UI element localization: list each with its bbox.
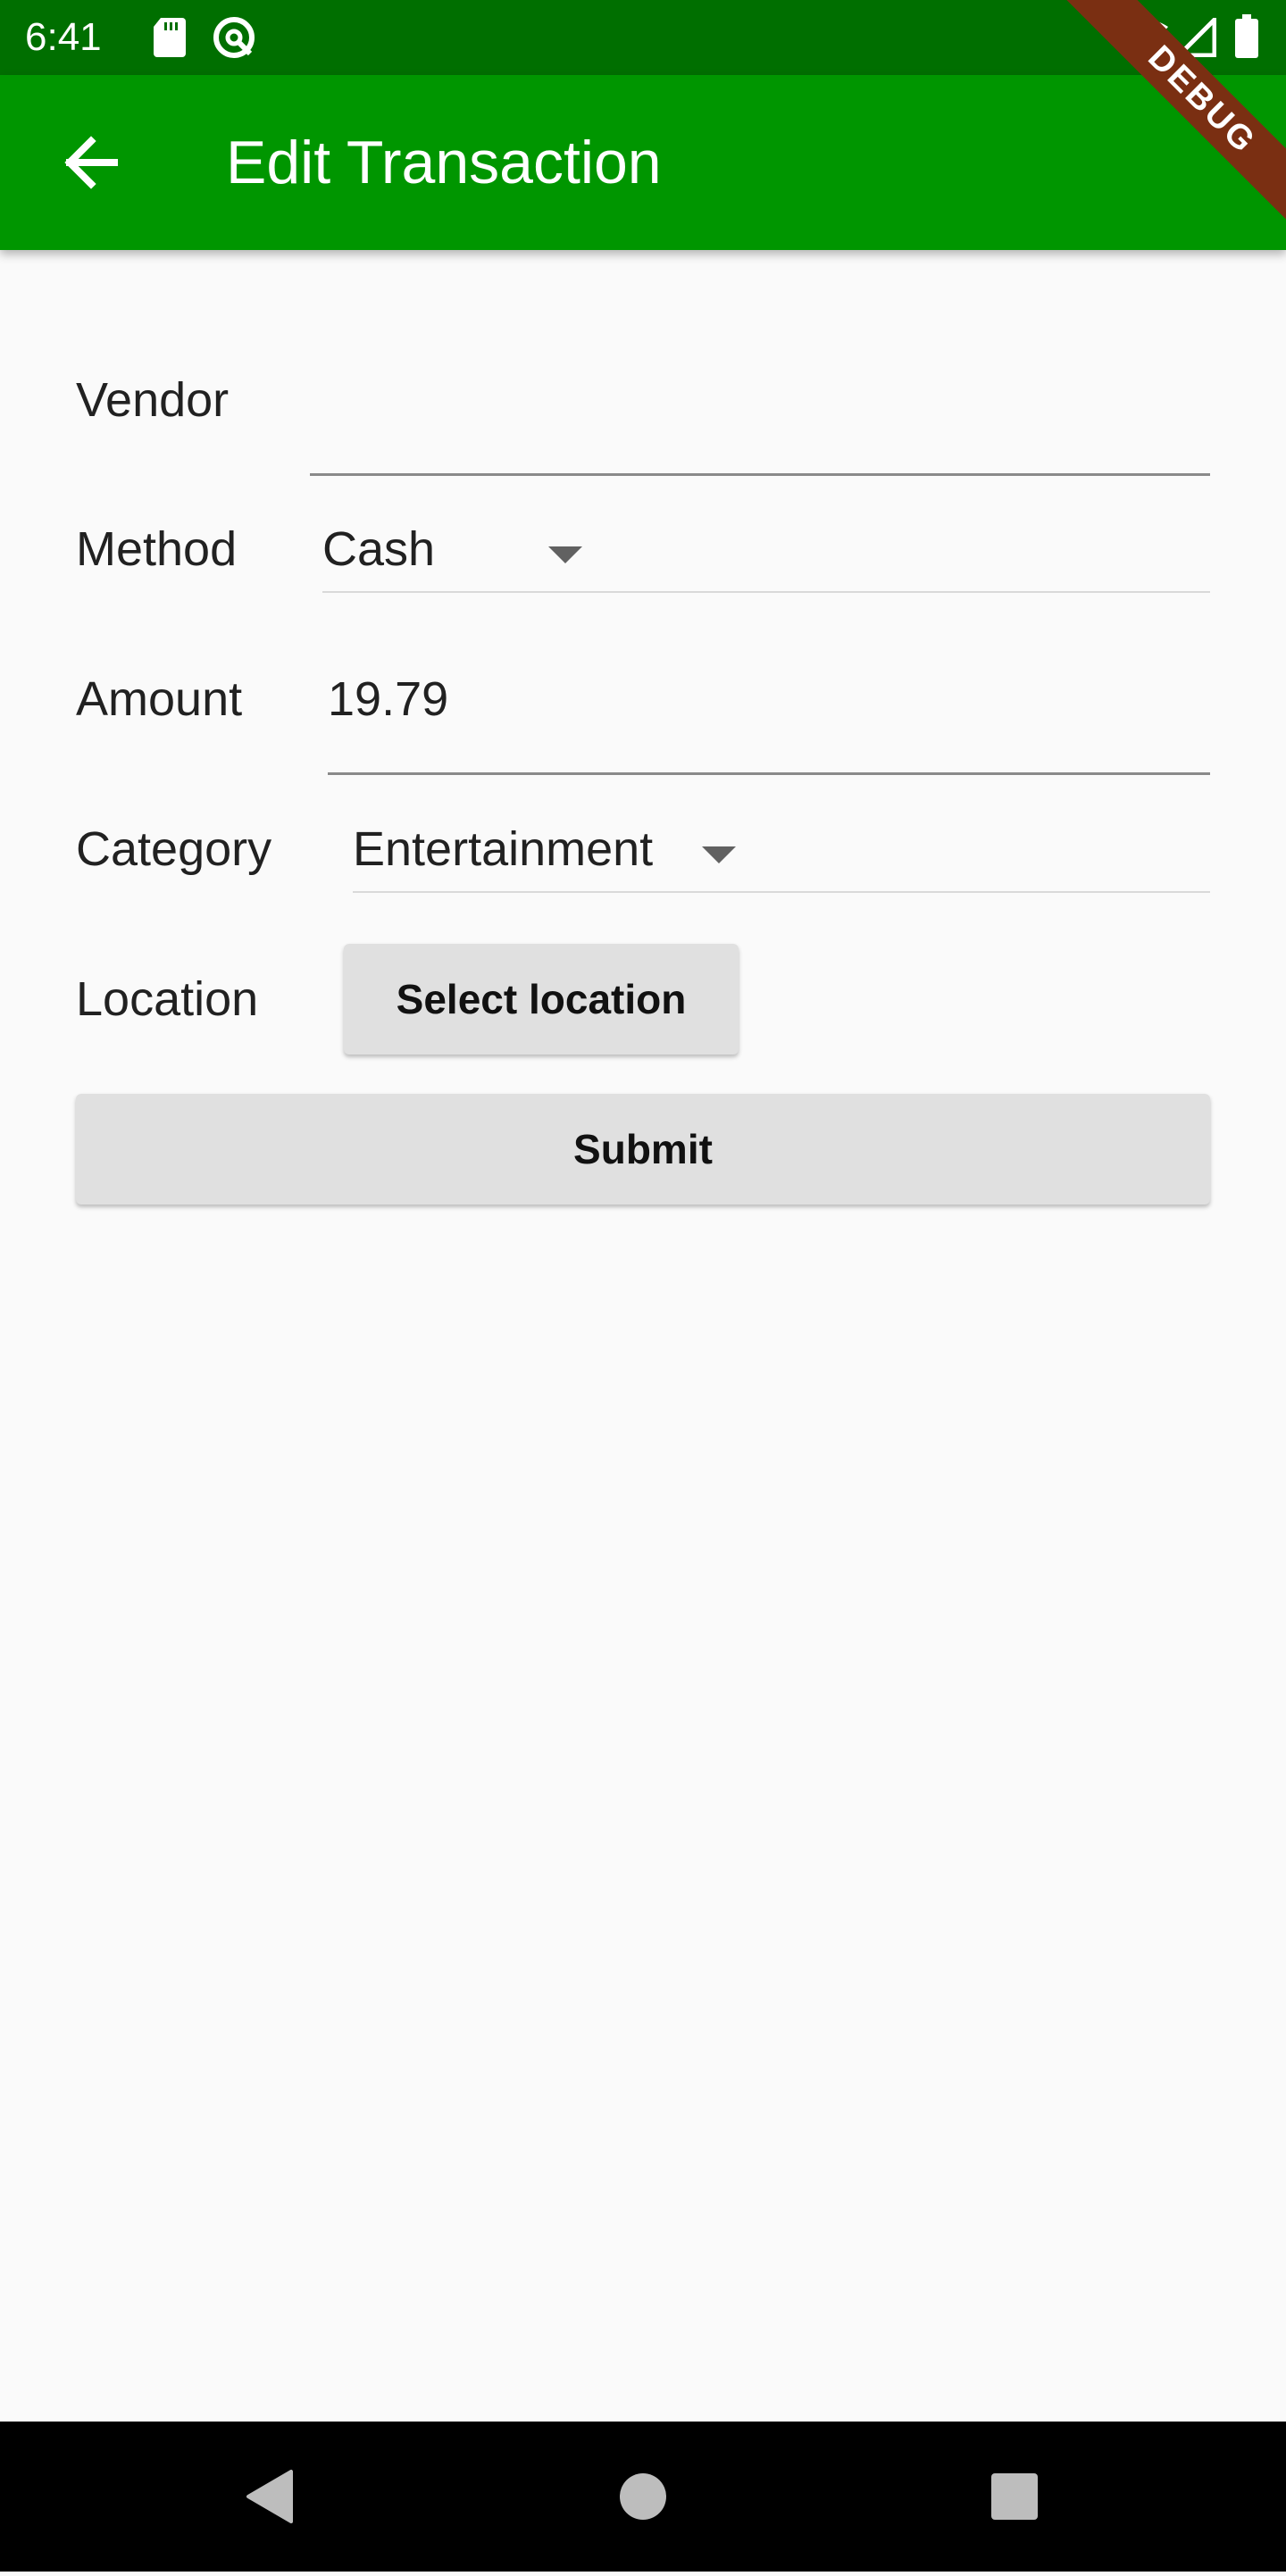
amount-input[interactable]: 19.79: [328, 671, 1210, 760]
location-label: Location: [76, 972, 259, 1026]
submit-button[interactable]: Submit: [76, 1094, 1210, 1205]
nav-home-button[interactable]: [568, 2422, 718, 2572]
system-nav-bar: [0, 2422, 1286, 2572]
dropdown-arrow-icon: [702, 846, 736, 863]
category-label: Category: [76, 822, 272, 876]
sync-icon: [211, 14, 257, 65]
dropdown-arrow-icon: [548, 546, 582, 563]
category-selected-value: Entertainment: [353, 822, 654, 876]
nav-back-button[interactable]: [195, 2422, 345, 2572]
nav-recents-button[interactable]: [939, 2422, 1090, 2572]
status-time: 6:41: [25, 15, 102, 59]
select-location-button[interactable]: Select location: [344, 944, 739, 1055]
vendor-label: Vendor: [76, 373, 230, 427]
method-label: Method: [76, 522, 238, 576]
vendor-input[interactable]: [310, 371, 1210, 461]
back-button[interactable]: [50, 120, 136, 205]
arrow-back-icon: [50, 136, 136, 209]
method-selected-value: Cash: [322, 522, 436, 576]
category-underline: [353, 891, 1210, 893]
home-circle-icon: [568, 2473, 718, 2575]
amount-label: Amount: [76, 672, 243, 726]
vendor-underline: [310, 473, 1210, 476]
method-underline: [322, 591, 1210, 593]
back-triangle-icon: [195, 2470, 345, 2575]
page-title: Edit Transaction: [226, 129, 662, 196]
amount-underline: [328, 772, 1210, 775]
recents-square-icon: [939, 2473, 1090, 2575]
method-dropdown[interactable]: Cash: [322, 496, 1210, 593]
category-dropdown[interactable]: Entertainment: [353, 796, 1210, 893]
sd-card-icon: [152, 16, 188, 63]
battery-icon: [1234, 14, 1259, 63]
app-bar: Edit Transaction: [0, 75, 1286, 250]
